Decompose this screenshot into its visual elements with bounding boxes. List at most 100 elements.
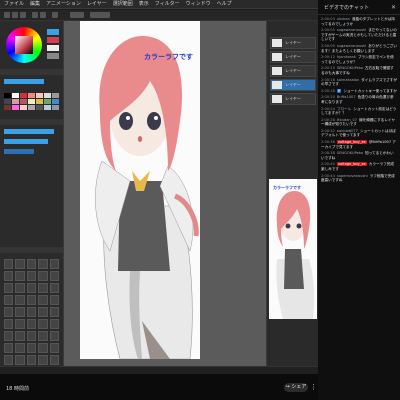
brush-tool[interactable] xyxy=(4,295,14,305)
message-author[interactable]: ブロール xyxy=(337,107,351,111)
message-author[interactable]: hjomkossk xyxy=(337,55,356,59)
swatch[interactable] xyxy=(28,99,35,104)
layer-row[interactable]: レイヤー xyxy=(270,65,316,77)
swatch[interactable] xyxy=(20,99,27,104)
more-vert-icon[interactable]: ⋮ xyxy=(310,383,317,392)
brush-tool[interactable] xyxy=(49,331,59,341)
color-wheel[interactable] xyxy=(6,27,42,63)
swatch[interactable] xyxy=(52,99,59,104)
chat-message[interactable]: 2:00:28 ttkudan_07 線を綺麗にするレイヤー構成が知りたいです xyxy=(321,118,397,127)
brush-tool[interactable] xyxy=(26,331,37,341)
drawing-canvas[interactable]: カラーラフです xyxy=(80,21,200,359)
brush-tool[interactable] xyxy=(26,343,37,353)
message-author[interactable]: SENGOKUPeko xyxy=(337,151,363,155)
brush-tool[interactable] xyxy=(49,295,59,305)
save-icon[interactable] xyxy=(20,12,26,18)
brush-tool[interactable] xyxy=(26,307,37,317)
chat-message[interactable]: 2:00:15 SENGOKUPeko 左右反転で確認するのも大事ですね xyxy=(321,66,397,75)
message-author[interactable]: ukukan xyxy=(337,17,350,21)
swatch[interactable] xyxy=(52,93,59,98)
brush-tool[interactable] xyxy=(49,259,59,269)
brush-tool[interactable] xyxy=(4,271,14,281)
brush-tool[interactable] xyxy=(49,271,59,281)
layer-row[interactable]: レイヤー xyxy=(270,37,316,49)
swatch[interactable] xyxy=(52,105,59,110)
brush-tool[interactable] xyxy=(15,259,25,269)
message-author[interactable]: SENGOKUPeko xyxy=(337,66,363,70)
color-square[interactable] xyxy=(15,36,33,54)
undo-icon[interactable] xyxy=(32,12,38,18)
chat-message[interactable]: 2:00:05 sugawaranoushi まだやってないのですがゲームの実況とか… xyxy=(321,28,397,42)
menu-edit[interactable]: 編集 xyxy=(30,0,40,9)
brush-tool[interactable] xyxy=(26,271,37,281)
menu-help[interactable]: ヘルプ xyxy=(217,0,232,9)
chat-message[interactable]: 2:00:40 voltage_boy_ex カラーラフ完成楽しみです xyxy=(321,162,397,171)
brush-tool[interactable] xyxy=(26,355,37,365)
swatch[interactable] xyxy=(28,93,35,98)
clear-icon[interactable] xyxy=(52,12,58,18)
open-icon[interactable] xyxy=(12,12,18,18)
color-slider[interactable] xyxy=(47,53,59,59)
menu-layer[interactable]: レイヤー xyxy=(87,0,107,9)
chat-message[interactable]: 2:00:38 SENGOKUPeko 知ってるとかわいいですね xyxy=(321,151,397,160)
swatch[interactable] xyxy=(44,93,51,98)
brush-tool[interactable] xyxy=(38,295,48,305)
brush-tool[interactable] xyxy=(26,259,37,269)
brush-tool[interactable] xyxy=(38,319,48,329)
brush-tool[interactable] xyxy=(4,259,14,269)
brush-tool[interactable] xyxy=(4,331,14,341)
brush-opacity-slider[interactable] xyxy=(4,139,48,144)
layer-row-active[interactable]: レイヤー xyxy=(270,79,316,91)
message-author[interactable]: sugawaranoushi xyxy=(337,44,366,48)
brush-tool[interactable] xyxy=(4,355,14,365)
chat-message[interactable]: 2:00:18 ff ショートカットキー使ってますか xyxy=(321,88,397,94)
brush-tool[interactable] xyxy=(26,283,37,293)
message-author[interactable]: voltage_boy_ex xyxy=(336,140,367,145)
menu-view[interactable]: 表示 xyxy=(139,0,149,9)
brush-tool[interactable] xyxy=(4,343,14,353)
opacity-slider[interactable] xyxy=(4,79,44,84)
brush-tool[interactable] xyxy=(49,343,59,353)
swatch[interactable] xyxy=(28,105,35,110)
swatch[interactable] xyxy=(12,99,19,104)
brush-tool[interactable] xyxy=(15,307,25,317)
brush-tool[interactable] xyxy=(15,283,25,293)
selection-icon[interactable] xyxy=(90,12,110,18)
stream-video[interactable]: ファイル 編集 アニメーション レイヤー 選択範囲 表示 フィルター ウィンドウ… xyxy=(0,0,318,400)
new-icon[interactable] xyxy=(4,12,10,18)
brush-tool[interactable] xyxy=(38,283,48,293)
brush-tool[interactable] xyxy=(26,295,37,305)
close-icon[interactable]: ✕ xyxy=(391,4,396,11)
brush-tool[interactable] xyxy=(38,271,48,281)
brush-tool[interactable] xyxy=(38,259,48,269)
brush-tool[interactable] xyxy=(15,271,25,281)
brush-tool[interactable] xyxy=(15,355,25,365)
navigator-preview[interactable]: カラーラフです xyxy=(269,179,317,319)
brush-tool[interactable] xyxy=(38,331,48,341)
layer-row[interactable]: レイヤー xyxy=(270,93,316,105)
menu-file[interactable]: ファイル xyxy=(4,0,24,9)
brush-tool[interactable] xyxy=(38,307,48,317)
message-author[interactable]: voltage_boy_ex xyxy=(336,162,367,167)
message-author[interactable]: ff xyxy=(336,88,342,93)
brush-tool[interactable] xyxy=(15,343,25,353)
menu-animation[interactable]: アニメーション xyxy=(46,0,81,9)
brush-tool[interactable] xyxy=(38,355,48,365)
transform-icon[interactable] xyxy=(70,12,84,18)
swatch[interactable] xyxy=(12,105,19,110)
layer-row[interactable]: レイヤー xyxy=(270,51,316,63)
brush-tool[interactable] xyxy=(38,343,48,353)
swatch[interactable] xyxy=(44,99,51,104)
canvas-workspace[interactable]: カラーラフです xyxy=(64,21,266,366)
swatch[interactable] xyxy=(20,93,27,98)
brush-tool[interactable] xyxy=(49,319,59,329)
swatch[interactable] xyxy=(12,93,19,98)
menu-window[interactable]: ウィンドウ xyxy=(186,0,211,9)
chat-message[interactable]: 2:00:24 ブロール ショートカット設定はどうしてますか？？ xyxy=(321,107,397,116)
swatch[interactable] xyxy=(44,105,51,110)
message-author[interactable]: Briffa1007 xyxy=(337,95,356,99)
brush-size-slider[interactable] xyxy=(4,129,54,134)
chat-message[interactable]: 2:00:16 solmaksalon タイムラプスでさすがの早さです xyxy=(321,78,397,87)
swatch[interactable] xyxy=(36,105,43,110)
chat-message[interactable]: 2:00:12 hjomkossk ブラシ設定でペンを使ってるのでしょうか？ xyxy=(321,55,397,64)
